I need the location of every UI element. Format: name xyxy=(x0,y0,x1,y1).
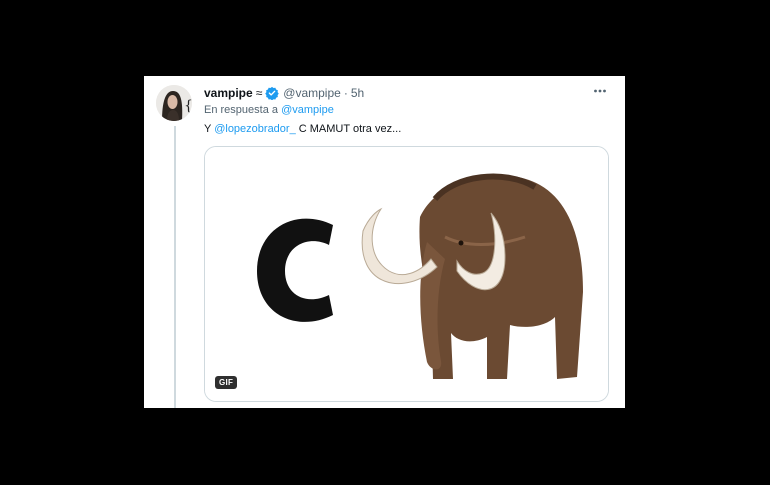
reply-context: En respuesta a @vampipe xyxy=(204,104,334,116)
tweet-card[interactable]: { vampipe ≈ @vampipe · 5h En respuesta a… xyxy=(144,76,625,408)
name-emoji: ≈ xyxy=(255,86,263,100)
media-gif[interactable]: GIF xyxy=(204,146,609,402)
author-display-name[interactable]: vampipe xyxy=(204,86,253,100)
svg-text:{: { xyxy=(184,98,192,114)
reply-to-handle-link[interactable]: @vampipe xyxy=(281,104,334,116)
author-handle[interactable]: @vampipe xyxy=(283,86,341,100)
more-button[interactable] xyxy=(591,82,609,100)
tweet-text: Y @lopezobrador_ C MAMUT otra vez... xyxy=(204,123,401,135)
tweet-text-body: C MAMUT otra vez... xyxy=(298,123,402,135)
mention-link[interactable]: @lopezobrador_ xyxy=(214,123,296,135)
verified-badge-icon xyxy=(265,86,280,100)
timestamp[interactable]: 5h xyxy=(351,86,364,100)
mammoth-illustration xyxy=(205,147,608,401)
reply-prefix: En respuesta a xyxy=(204,104,278,116)
avatar-image: { xyxy=(156,85,192,121)
tweet-header: vampipe ≈ @vampipe · 5h xyxy=(204,84,364,102)
gif-badge: GIF xyxy=(215,376,238,389)
separator-dot: · xyxy=(343,86,348,100)
more-horizontal-icon xyxy=(594,89,606,93)
tweet-text-prefix: Y xyxy=(204,123,212,135)
thread-line xyxy=(174,126,176,408)
avatar[interactable]: { xyxy=(156,85,192,121)
